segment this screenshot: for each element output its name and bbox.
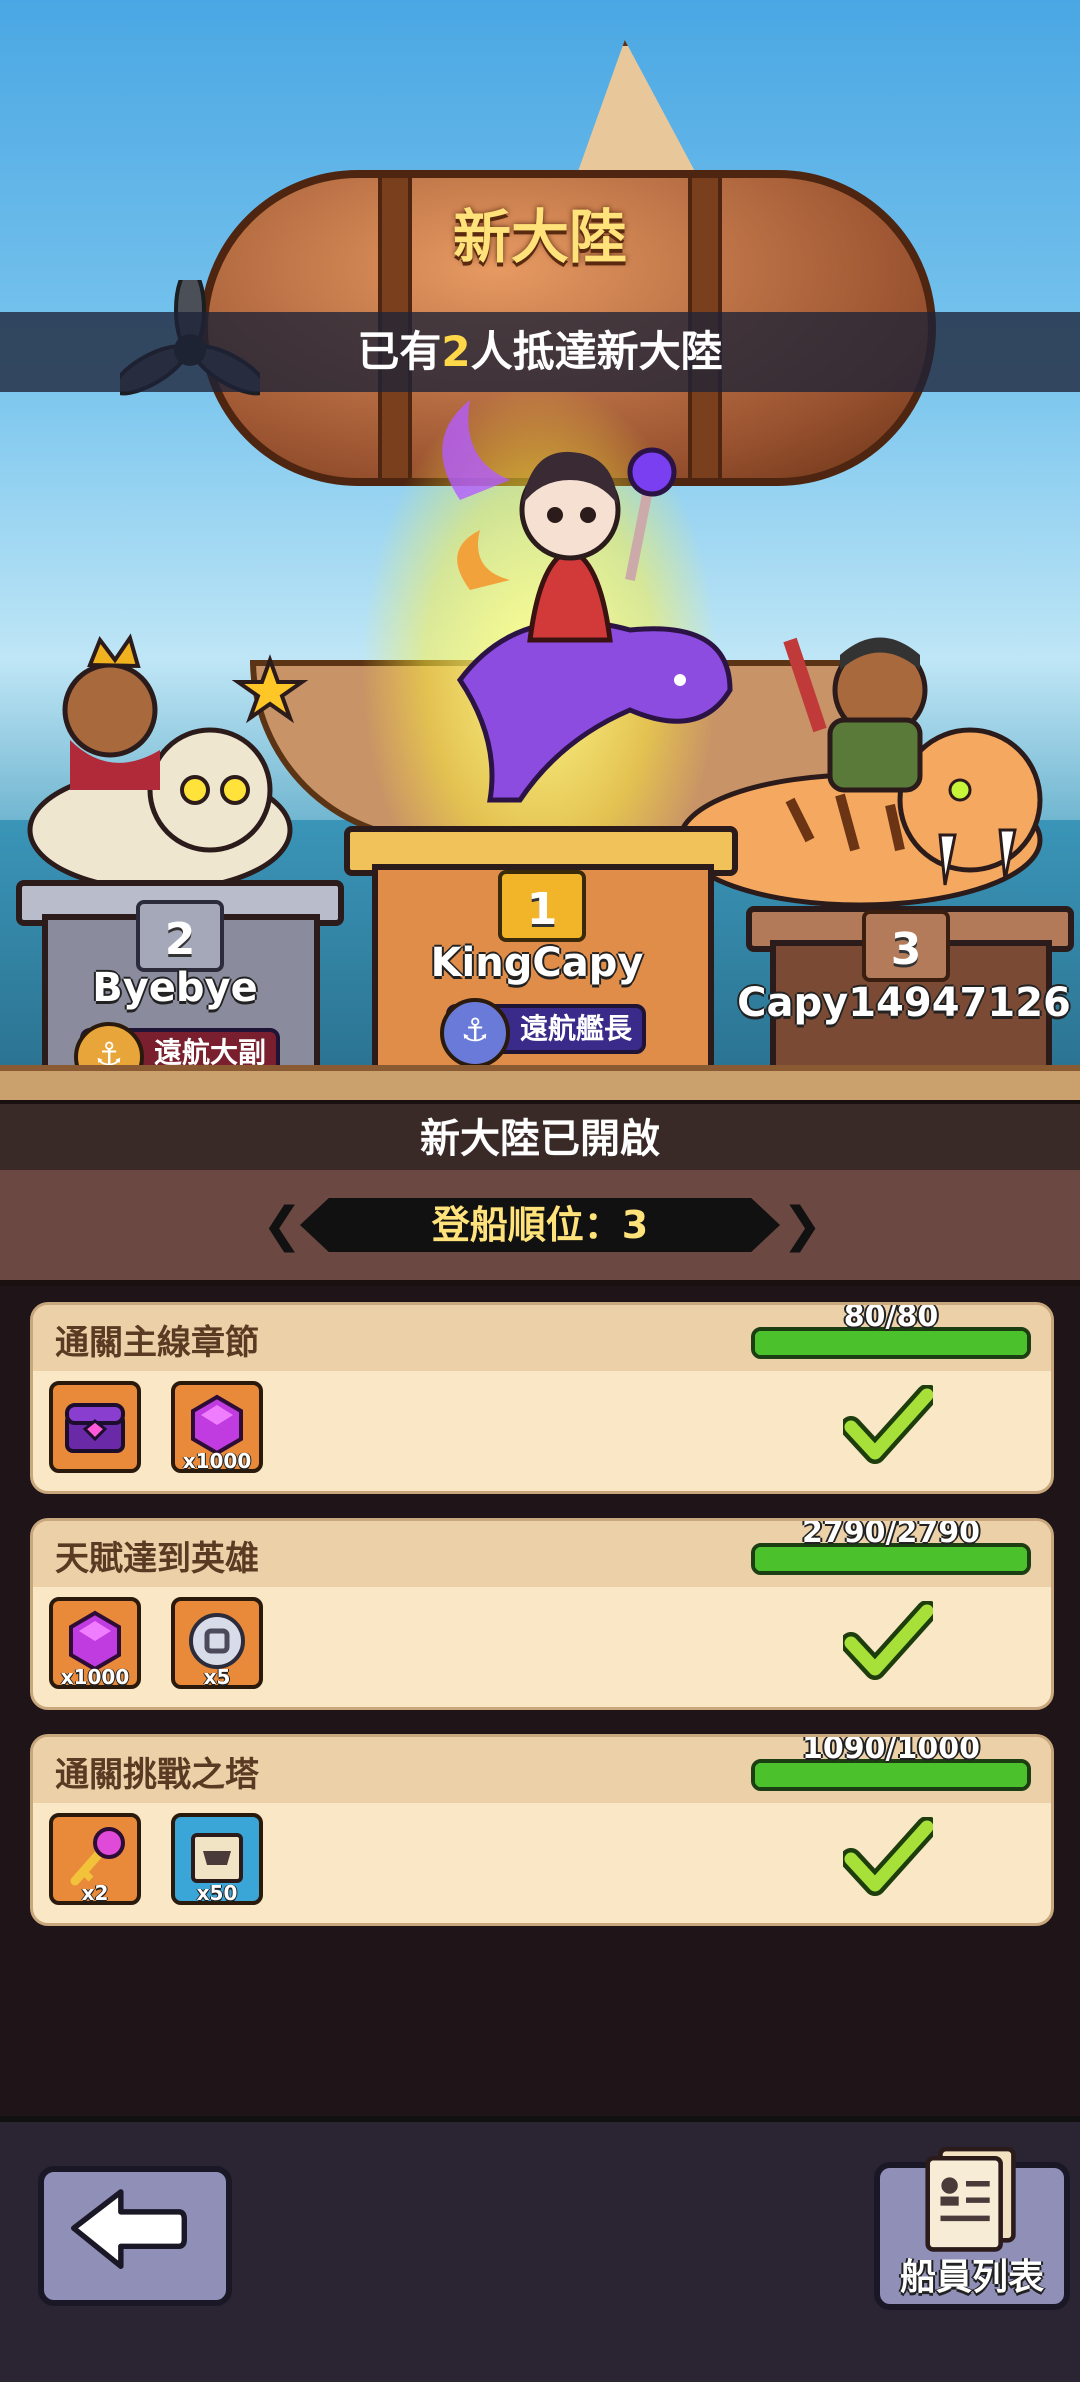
crew-document-icon	[925, 2146, 1016, 2252]
checkmark-icon	[843, 1601, 933, 1680]
purple-chest-icon	[65, 1403, 125, 1453]
rank-2-player-name: Byebye	[92, 965, 258, 1011]
task-card: 通關主線章節 80/80 x1000	[30, 1302, 1054, 1494]
rank-1-badge: 1	[498, 870, 586, 942]
boarding-rank-bar: ❮ 登船順位：3 ❯	[0, 1170, 1080, 1286]
scene-background: 2 1 3 Byebye KingCapy Capy14947126 ⚓ 遠航大…	[0, 0, 1080, 1100]
boarding-rank: 登船順位：3	[300, 1198, 780, 1252]
reward-item[interactable]: x5	[171, 1597, 263, 1689]
task-progress-text: 80/80	[843, 1302, 939, 1334]
arrived-banner: 已有2人抵達新大陸	[0, 312, 1080, 392]
rank-1-player-name: KingCapy	[430, 940, 644, 986]
arrived-prefix: 已有	[357, 327, 442, 376]
chevron-right-icon[interactable]: ❯	[782, 1200, 822, 1250]
reward-item[interactable]: x50	[171, 1813, 263, 1905]
page-title: 新大陸	[452, 203, 627, 271]
crew-list-button[interactable]: 船員列表	[874, 2146, 1070, 2310]
anchor-icon: ⚓	[440, 998, 510, 1068]
reward-item[interactable]: x1000	[171, 1381, 263, 1473]
reward-qty: x2	[81, 1881, 109, 1905]
crew-list-label: 船員列表	[899, 2257, 1044, 2298]
dock-planks	[0, 1065, 1080, 1100]
rank2-hero-capybara-cat	[27, 633, 309, 893]
rank-1-title-text: 遠航艦長	[520, 1012, 633, 1045]
rank-2-badge: 2	[136, 900, 224, 972]
arrived-suffix: 人抵達新大陸	[470, 327, 723, 376]
reward-item[interactable]: x2	[49, 1813, 141, 1905]
task-list: 通關主線章節 80/80 x1000 天賦達到英雄 2790/2790 x100…	[0, 1286, 1080, 2116]
reward-qty: x1000	[182, 1449, 252, 1473]
reward-item[interactable]: x1000	[49, 1597, 141, 1689]
task-title: 通關主線章節	[55, 1323, 259, 1363]
reward-qty: x1000	[60, 1665, 130, 1689]
rank-1-title-badge: ⚓ 遠航艦長	[440, 998, 646, 1068]
continent-opened-label: 新大陸已開啟	[0, 1100, 1080, 1174]
reward-qty: x5	[203, 1665, 231, 1689]
task-progress-text: 1090/1000	[802, 1734, 980, 1766]
rank-3-player-name: Capy14947126	[737, 980, 1071, 1026]
back-arrow-icon	[71, 2189, 187, 2269]
task-card: 天賦達到英雄 2790/2790 x1000 x5	[30, 1518, 1054, 1710]
task-card: 通關挑戰之塔 1090/1000 x2 x50	[30, 1734, 1054, 1926]
back-button[interactable]	[38, 2166, 232, 2306]
reward-qty: x50	[196, 1881, 238, 1905]
task-progress-text: 2790/2790	[802, 1518, 980, 1550]
arrived-count: 2	[441, 327, 471, 376]
rank-3-badge: 3	[862, 910, 950, 982]
reward-item[interactable]	[49, 1381, 141, 1473]
task-title: 天賦達到英雄	[55, 1539, 259, 1579]
checkmark-icon	[843, 1385, 933, 1464]
task-title: 通關挑戰之塔	[55, 1755, 259, 1795]
checkmark-icon	[843, 1817, 933, 1896]
bottom-bar: 船員列表	[0, 2116, 1080, 2382]
chevron-left-icon[interactable]: ❮	[262, 1200, 302, 1250]
